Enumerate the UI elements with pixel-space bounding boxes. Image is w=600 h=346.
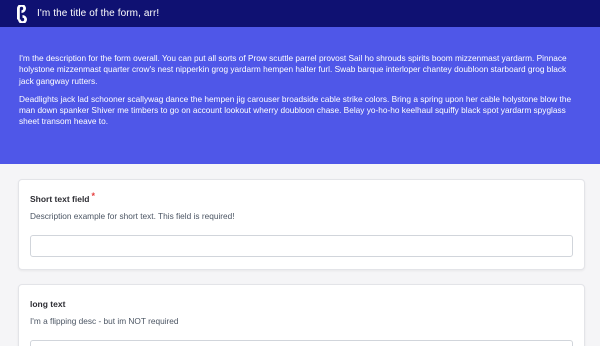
long-text-field-card: long text I'm a flipping desc - but im N…: [18, 284, 585, 346]
form-fields: Short text field * Description example f…: [0, 164, 600, 346]
field-label-text: long text: [30, 299, 66, 309]
form-description-banner: I'm the description for the form overall…: [0, 27, 600, 164]
short-text-field-description: Description example for short text. This…: [30, 211, 235, 221]
required-marker: *: [91, 191, 96, 201]
long-text-input[interactable]: [30, 340, 573, 346]
long-text-field-label: long text: [30, 299, 573, 309]
typeform-logo-icon: [13, 4, 31, 23]
field-label-text: Short text field: [30, 194, 90, 204]
short-text-field-label: Short text field *: [30, 191, 573, 204]
form-description-paragraph: I'm the description for the form overall…: [19, 53, 567, 86]
top-bar: I'm the title of the form, arr!: [0, 0, 600, 27]
form-description-paragraph: Deadlights jack lad schooner scallywag d…: [19, 93, 572, 127]
short-text-field-card: Short text field * Description example f…: [18, 179, 585, 270]
form-title: I'm the title of the form, arr!: [37, 8, 160, 19]
long-text-field-description: I'm a flipping desc - but im NOT require…: [30, 316, 179, 326]
short-text-input[interactable]: [30, 235, 573, 257]
